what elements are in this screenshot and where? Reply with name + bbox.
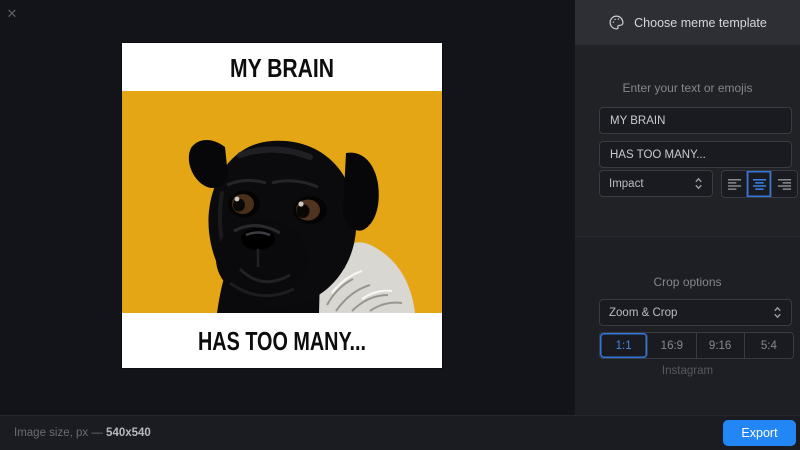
align-left-button[interactable]: [722, 171, 747, 197]
editor-canvas: ✕: [0, 0, 575, 415]
choose-template-button[interactable]: Choose meme template: [575, 0, 800, 45]
image-size-label: Image size, px —: [14, 427, 106, 439]
ratio-5-4-button[interactable]: 5:4: [745, 333, 793, 358]
choose-template-label: Choose meme template: [634, 16, 767, 30]
align-left-icon: [727, 178, 742, 190]
align-right-icon: [777, 178, 792, 190]
ratio-16-9-button[interactable]: 16:9: [648, 333, 696, 358]
crop-mode-select[interactable]: Zoom & Crop: [599, 299, 792, 326]
crop-mode-value: Zoom & Crop: [609, 307, 677, 319]
meme-bottom-text: HAS TOO MANY...: [198, 326, 366, 356]
sidebar: Choose meme template Enter your text or …: [575, 0, 800, 415]
align-center-icon: [752, 178, 767, 190]
align-center-button[interactable]: [747, 171, 772, 197]
alignment-group: [721, 170, 798, 198]
ratio-1-1-button[interactable]: 1:1: [600, 333, 648, 358]
image-size-value: 540x540: [106, 427, 151, 439]
updown-stepper-icon: [694, 177, 703, 190]
meme-top-text: MY BRAIN: [230, 53, 334, 83]
font-select-value: Impact: [609, 178, 644, 190]
image-size-info: Image size, px — 540x540: [14, 427, 151, 439]
app-window: ✕: [0, 0, 800, 450]
close-icon[interactable]: ✕: [4, 6, 20, 22]
ratio-9-16-button[interactable]: 9:16: [697, 333, 745, 358]
text-section-label: Enter your text or emojis: [575, 81, 800, 95]
ratio-hint-label: Instagram: [575, 365, 800, 377]
export-button[interactable]: Export: [723, 420, 796, 446]
meme-image[interactable]: MY BRAIN HAS TOO MANY...: [122, 43, 442, 368]
palette-icon: [608, 14, 625, 31]
footer-bar: Image size, px — 540x540 Export: [0, 415, 800, 450]
align-right-button[interactable]: [772, 171, 797, 197]
updown-stepper-icon: [773, 306, 782, 319]
aspect-ratio-group: 1:1 16:9 9:16 5:4: [599, 332, 794, 359]
crop-section-label: Crop options: [575, 275, 800, 289]
meme-preview: MY BRAIN HAS TOO MANY...: [122, 43, 442, 368]
bottom-text-input[interactable]: [599, 141, 792, 168]
font-select[interactable]: Impact: [599, 170, 713, 197]
top-text-input[interactable]: [599, 107, 792, 134]
crop-section: Crop options Zoom & Crop 1:1 16:9 9:16 5…: [575, 236, 800, 415]
